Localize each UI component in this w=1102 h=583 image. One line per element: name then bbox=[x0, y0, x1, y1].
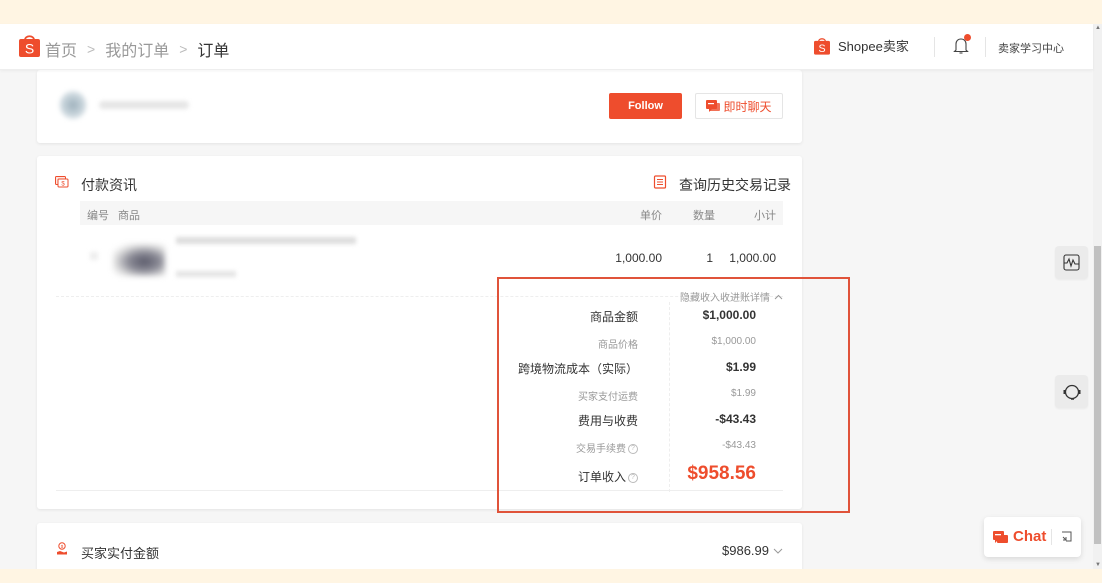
col-quantity: 数量 bbox=[693, 210, 715, 222]
instant-chat-button[interactable]: 即时聊天 bbox=[695, 93, 783, 119]
floating-chat-widget[interactable]: Chat bbox=[984, 517, 1081, 557]
col-subtotal: 小计 bbox=[754, 210, 776, 222]
svg-text:$: $ bbox=[61, 544, 64, 549]
notification-dot bbox=[964, 34, 971, 41]
page-scrollbar[interactable]: ▲ ▼ bbox=[1093, 24, 1102, 569]
scroll-up-arrow-icon[interactable]: ▲ bbox=[1095, 25, 1101, 31]
brand-label: Shopee卖家 bbox=[838, 39, 909, 54]
breadcrumb-separator-icon: > bbox=[179, 41, 188, 57]
row-index-blurred bbox=[90, 252, 98, 260]
col-index: 编号 bbox=[87, 210, 109, 222]
header-divider bbox=[934, 37, 935, 57]
buyer-paid-title: 买家实付金额 bbox=[81, 546, 160, 561]
breadcrumb-order: 订单 bbox=[197, 43, 230, 60]
chevron-down-icon bbox=[773, 548, 783, 554]
payment-info-title: 付款资讯 bbox=[81, 177, 137, 193]
breadcrumb-home[interactable]: 首页 bbox=[45, 37, 77, 61]
transaction-history-icon[interactable] bbox=[653, 175, 667, 189]
shopee-logo-icon[interactable]: S bbox=[19, 33, 40, 57]
chat-bubble-icon bbox=[706, 99, 721, 112]
row-subtotal: 1,000.00 bbox=[729, 251, 776, 265]
chat-bubble-icon bbox=[993, 531, 1008, 543]
customer-service-button[interactable] bbox=[1055, 375, 1088, 408]
product-image[interactable] bbox=[113, 244, 165, 276]
col-product: 商品 bbox=[118, 210, 140, 222]
chat-widget-divider bbox=[1051, 529, 1052, 545]
buyer-paid-amount[interactable]: $986.99 bbox=[722, 543, 783, 558]
col-unit-price: 单价 bbox=[640, 210, 662, 222]
buyer-paid-value: $986.99 bbox=[722, 543, 769, 558]
shopee-bag-icon: S bbox=[814, 38, 830, 55]
scroll-down-arrow-icon[interactable]: ▼ bbox=[1095, 562, 1101, 568]
headset-icon bbox=[1063, 384, 1080, 400]
product-variation-blurred bbox=[176, 271, 236, 277]
follow-button[interactable]: Follow bbox=[609, 93, 682, 119]
breadcrumb-separator-icon: > bbox=[87, 41, 96, 57]
product-name-blurred[interactable] bbox=[176, 237, 356, 244]
row-unit-price: 1,000.00 bbox=[615, 251, 662, 265]
breadcrumb: 首页 > 我的订单 > 订单 bbox=[45, 37, 229, 61]
row-quantity: 1 bbox=[706, 251, 713, 265]
chat-button-label: 即时聊天 bbox=[723, 99, 772, 114]
chat-widget-label[interactable]: Chat bbox=[1013, 528, 1046, 545]
buyer-avatar[interactable] bbox=[59, 90, 87, 120]
top-banner bbox=[0, 0, 1102, 24]
buyer-card: Follow 即时聊天 bbox=[37, 70, 802, 143]
minimize-window-icon[interactable] bbox=[1061, 531, 1072, 542]
learning-center-link[interactable]: 卖家学习中心 bbox=[998, 40, 1064, 56]
breadcrumb-my-orders[interactable]: 我的订单 bbox=[105, 37, 169, 61]
activity-chart-icon bbox=[1063, 254, 1080, 271]
buyer-name-blurred[interactable] bbox=[99, 101, 189, 109]
header-divider bbox=[985, 37, 986, 57]
performance-monitor-button[interactable] bbox=[1055, 246, 1088, 279]
seller-brand[interactable]: S Shopee卖家 bbox=[814, 36, 909, 55]
income-highlight-box bbox=[497, 277, 850, 513]
payment-icon: $ bbox=[55, 176, 69, 188]
page-header: S 首页 > 我的订单 > 订单 S Shopee卖家 卖家学习中心 bbox=[0, 24, 1093, 70]
buyer-payment-icon: $ bbox=[57, 542, 67, 555]
transaction-history-link[interactable]: 查询历史交易记录 bbox=[679, 175, 791, 195]
scrollbar-thumb[interactable] bbox=[1094, 246, 1101, 544]
items-table-header: 编号 商品 单价 数量 小计 bbox=[80, 201, 783, 225]
svg-text:S: S bbox=[25, 41, 34, 57]
bottom-banner bbox=[0, 569, 1102, 583]
svg-text:S: S bbox=[818, 43, 825, 55]
